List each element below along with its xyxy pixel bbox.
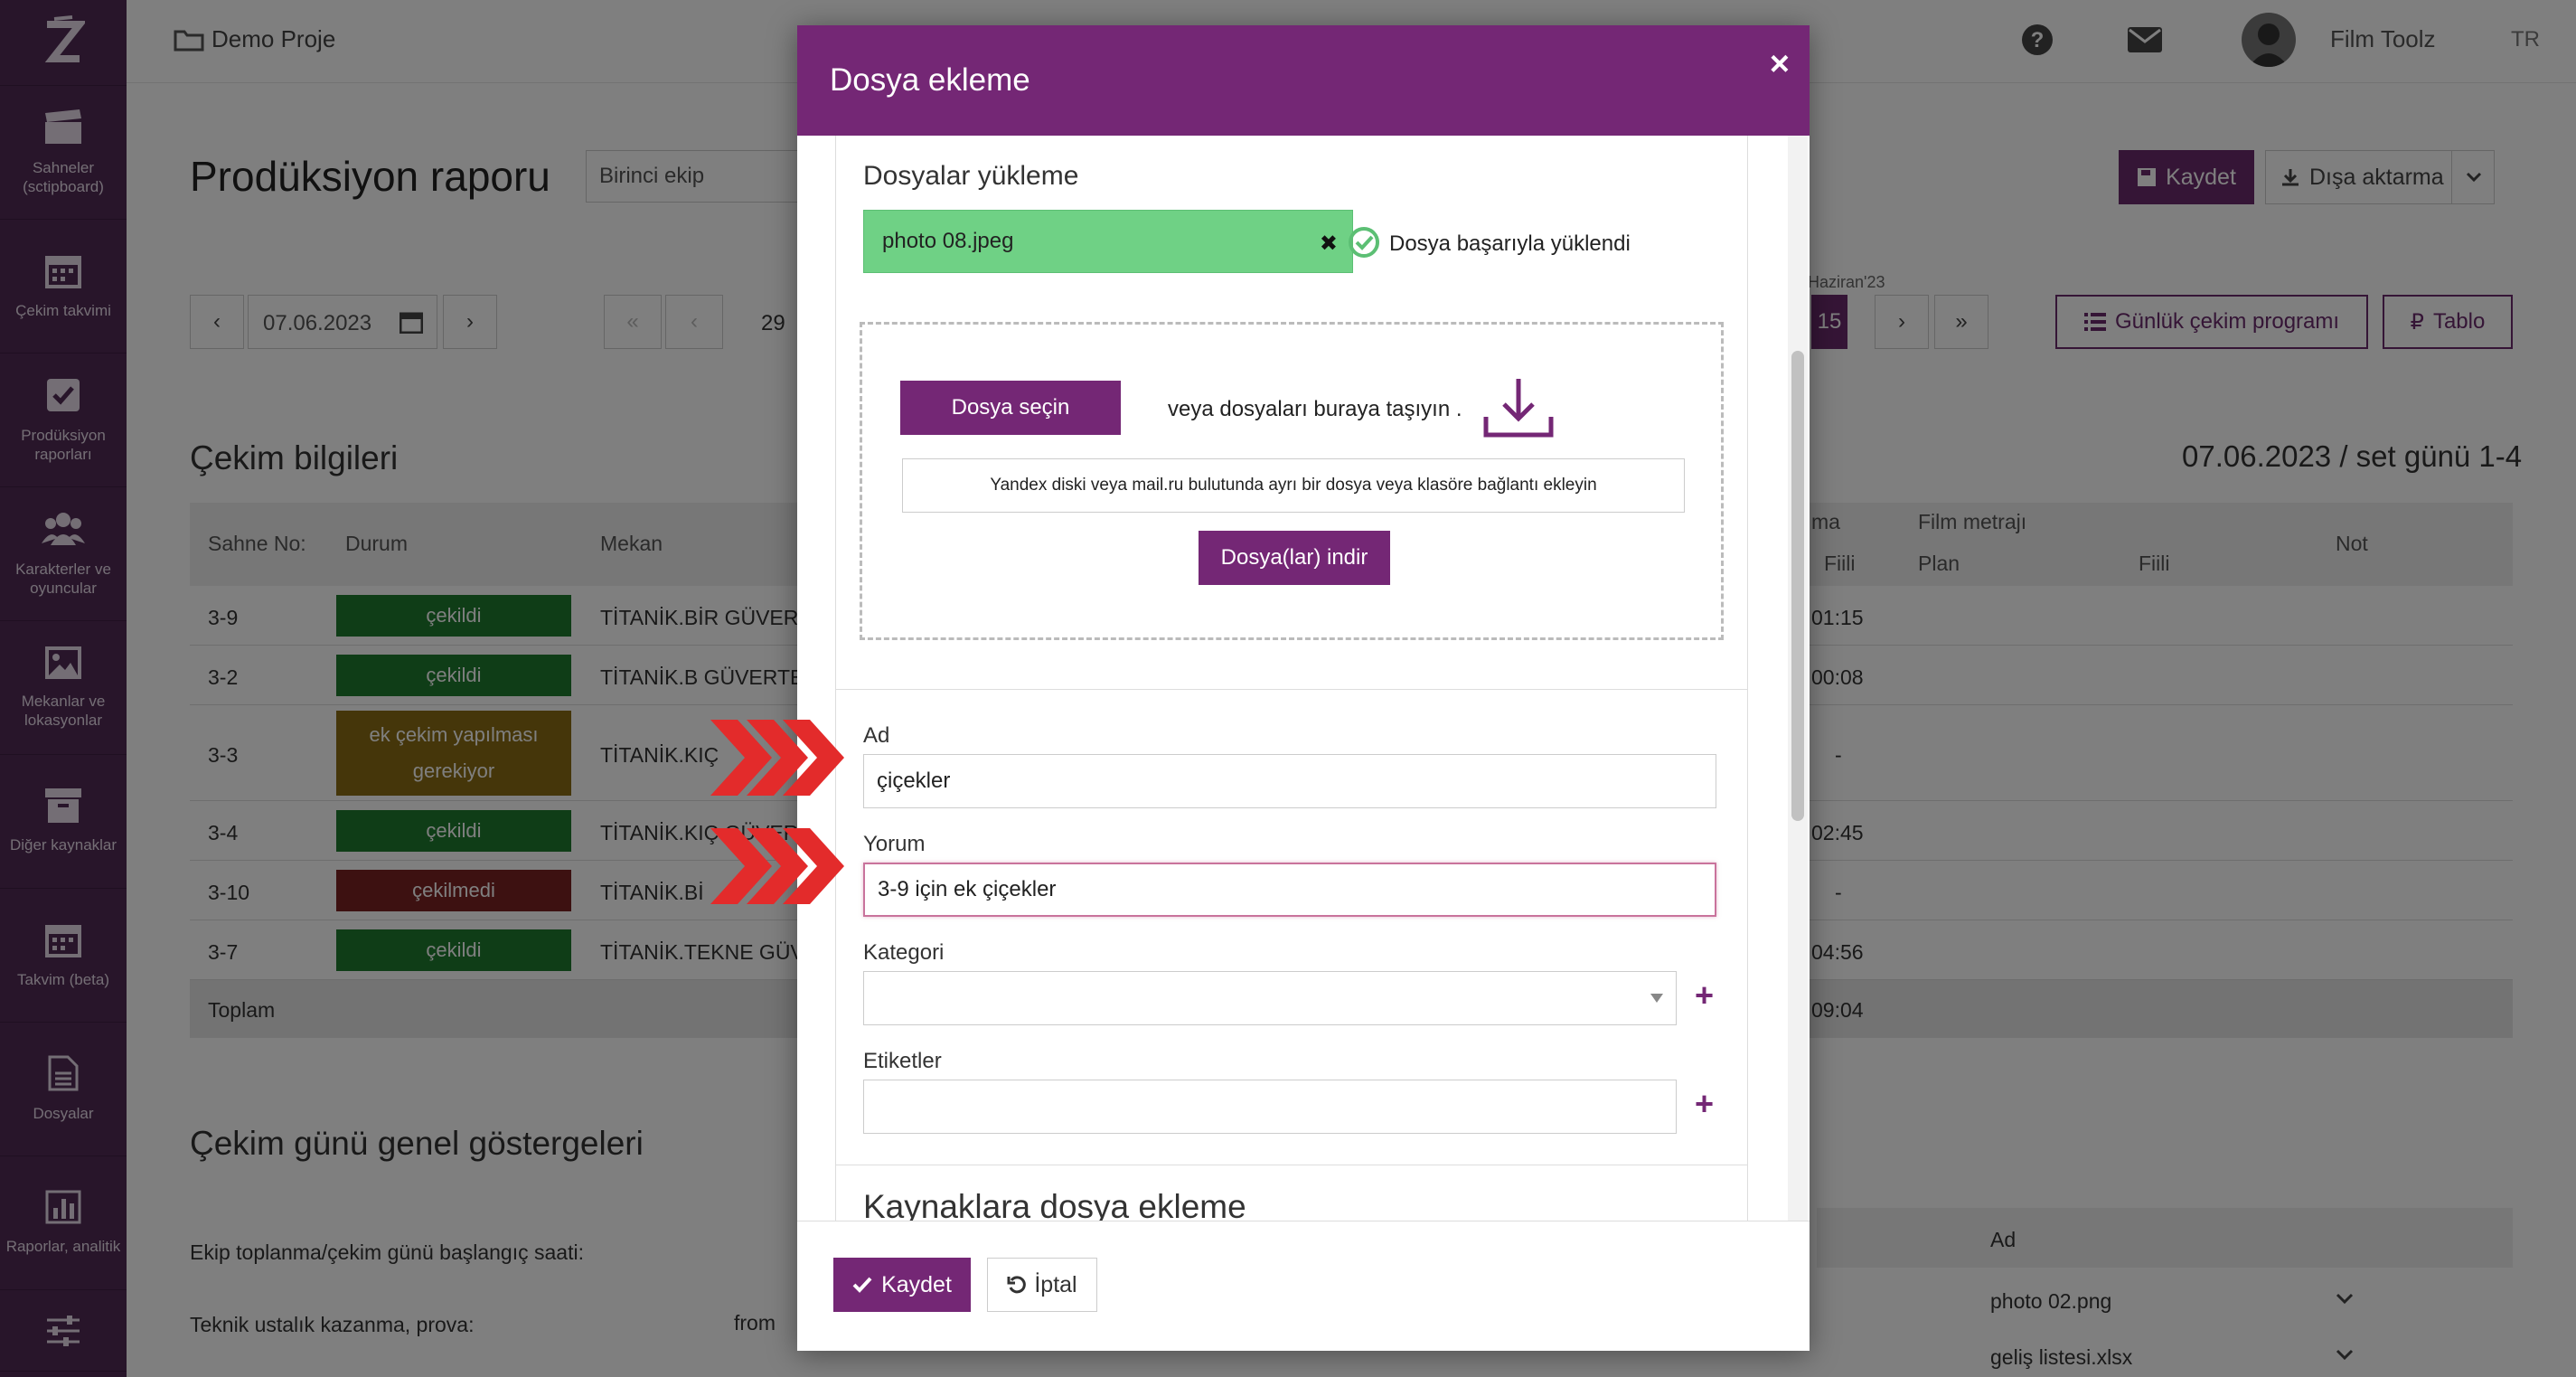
drop-hint: veya dosyaları buraya taşıyın .: [1168, 397, 1462, 421]
category-select[interactable]: [863, 971, 1677, 1025]
modal-title: Dosya ekleme: [830, 62, 1030, 98]
drop-zone[interactable]: Dosya seçin veya dosyaları buraya taşıyı…: [860, 322, 1724, 640]
choose-file-button[interactable]: Dosya seçin: [900, 381, 1121, 435]
annotation-arrow-name: [710, 720, 844, 796]
remove-file-icon[interactable]: ✖: [1320, 231, 1338, 257]
name-input[interactable]: çiçekler: [863, 754, 1716, 808]
modal-footer: Kaydet İptal: [797, 1221, 1810, 1351]
tags-label: Etiketler: [863, 1049, 942, 1073]
tags-input[interactable]: [863, 1080, 1677, 1134]
modal-body: Dosyalar yükleme photo 08.jpeg ✖ Dosya b…: [835, 136, 1748, 1221]
modal-scrollbar-thumb[interactable]: [1791, 351, 1804, 821]
name-label: Ad: [863, 723, 890, 748]
check-circle-icon: [1349, 227, 1379, 258]
add-category-icon[interactable]: +: [1695, 976, 1714, 1014]
undo-icon: [1007, 1276, 1027, 1294]
add-file-modal: Dosya ekleme × Dosyalar yükleme photo 08…: [797, 25, 1810, 1351]
download-files-button[interactable]: Dosya(lar) indir: [1199, 531, 1390, 585]
uploaded-file-name: photo 08.jpeg: [882, 229, 1014, 253]
add-tag-icon[interactable]: +: [1695, 1085, 1714, 1123]
annotation-arrow-comment: [710, 828, 844, 904]
save-button[interactable]: Kaydet: [833, 1258, 971, 1312]
close-icon[interactable]: ×: [1770, 45, 1790, 84]
download-tray-icon: [1483, 379, 1554, 438]
check-icon: [852, 1277, 872, 1293]
caret-down-icon: [1650, 994, 1663, 1003]
comment-input[interactable]: 3-9 için ek çiçekler: [863, 863, 1716, 917]
category-label: Kategori: [863, 940, 945, 965]
modal-header: Dosya ekleme ×: [797, 25, 1810, 136]
comment-label: Yorum: [863, 832, 926, 856]
cloud-link-input[interactable]: Yandex diski veya mail.ru bulutunda ayrı…: [902, 458, 1685, 513]
resources-section-title: Kaynaklara dosya ekleme: [863, 1188, 1246, 1221]
uploaded-file-chip: photo 08.jpeg ✖: [863, 210, 1353, 273]
upload-success-text: Dosya başarıyla yüklendi: [1389, 231, 1631, 256]
cancel-button[interactable]: İptal: [987, 1258, 1097, 1312]
upload-section-title: Dosyalar yükleme: [863, 161, 1079, 191]
